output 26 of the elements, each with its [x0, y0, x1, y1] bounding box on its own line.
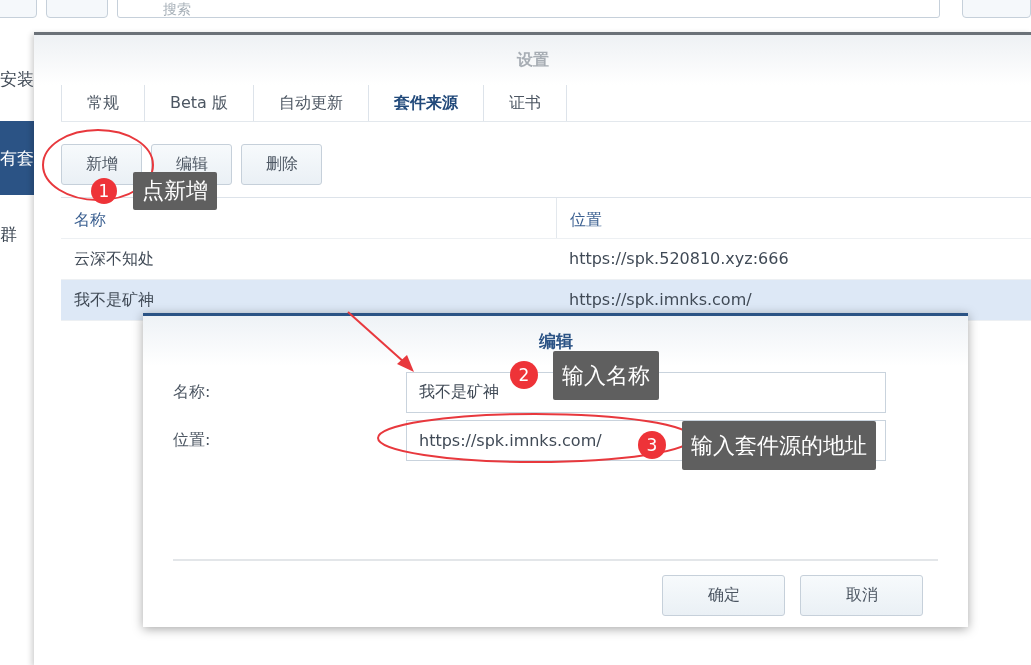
table-cell-text: 我不是矿神 [73, 288, 155, 311]
dialog-button[interactable]: 取消 [800, 575, 923, 616]
tab[interactable]: 证书 [483, 85, 567, 121]
dialog-title: 编辑 [143, 316, 968, 366]
tab[interactable]: 常规 [61, 85, 144, 121]
table-cell-text: 云深不知处 [73, 247, 155, 270]
tab[interactable]: 套件来源 [368, 85, 483, 121]
tab[interactable]: Beta 版 [144, 85, 253, 121]
column-header[interactable]: 名称 [74, 210, 106, 229]
field-label: 名称: [173, 382, 212, 403]
table-cell-text: https://spk.imnks.com/ [568, 288, 753, 311]
action-button[interactable]: 新增 [61, 144, 142, 185]
pointer-arrow [347, 311, 414, 372]
window-title: 设置 [34, 35, 1031, 85]
dialog-button[interactable]: 确定 [662, 575, 785, 616]
annotation-tooltip: 输入套件源的地址 [682, 421, 876, 470]
sidebar-item[interactable]: 有套 [0, 121, 34, 195]
annotation-tooltip: 输入名称 [553, 351, 659, 400]
annotation-tooltip: 点新增 [133, 172, 217, 210]
action-button[interactable]: 删除 [241, 144, 322, 185]
sidebar-item[interactable]: 群 [0, 223, 34, 246]
sidebar-item[interactable]: 安装 [0, 68, 34, 91]
column-header[interactable]: 位置 [570, 210, 602, 229]
field-label: 位置: [173, 430, 212, 451]
table-cell-text: https://spk.520810.xyz:666 [568, 247, 790, 270]
tab[interactable]: 自动更新 [253, 85, 368, 121]
